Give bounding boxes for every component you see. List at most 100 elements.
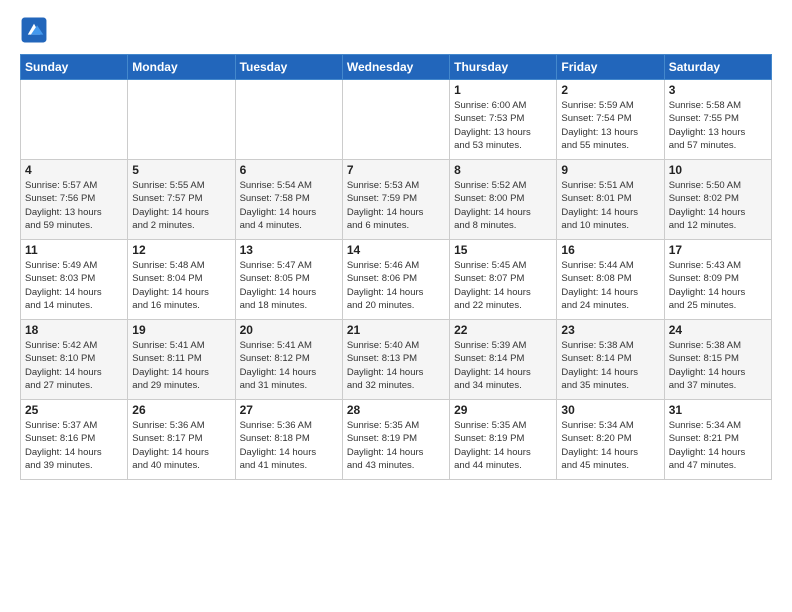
day-info: Sunrise: 5:35 AM Sunset: 8:19 PM Dayligh… (454, 419, 552, 472)
calendar-cell (342, 80, 449, 160)
weekday-header-cell: Thursday (450, 55, 557, 80)
day-number: 5 (132, 163, 230, 177)
calendar-cell: 21 Sunrise: 5:40 AM Sunset: 8:13 PM Dayli… (342, 320, 449, 400)
weekday-header-cell: Monday (128, 55, 235, 80)
calendar-cell: 6Sunrise: 5:54 AM Sunset: 7:58 PM Daylig… (235, 160, 342, 240)
day-number: 29 (454, 403, 552, 417)
day-info: Sunrise: 5:41 AM Sunset: 8:12 PM Dayligh… (240, 339, 338, 392)
day-info: Sunrise: 5:36 AM Sunset: 8:18 PM Dayligh… (240, 419, 338, 472)
day-info: Sunrise: 5:37 AM Sunset: 8:16 PM Dayligh… (25, 419, 123, 472)
calendar-cell: 26 Sunrise: 5:36 AM Sunset: 8:17 PM Dayli… (128, 400, 235, 480)
day-number: 26 (132, 403, 230, 417)
day-info: Sunrise: 5:44 AM Sunset: 8:08 PM Dayligh… (561, 259, 659, 312)
day-number: 6 (240, 163, 338, 177)
day-info: Sunrise: 5:43 AM Sunset: 8:09 PM Dayligh… (669, 259, 767, 312)
calendar-cell: 30Sunrise: 5:34 AM Sunset: 8:20 PM Dayli… (557, 400, 664, 480)
day-info: Sunrise: 5:39 AM Sunset: 8:14 PM Dayligh… (454, 339, 552, 392)
day-number: 23 (561, 323, 659, 337)
calendar-cell: 12Sunrise: 5:48 AM Sunset: 8:04 PM Dayli… (128, 240, 235, 320)
day-number: 27 (240, 403, 338, 417)
day-info: Sunrise: 5:38 AM Sunset: 8:14 PM Dayligh… (561, 339, 659, 392)
calendar-cell: 17 Sunrise: 5:43 AM Sunset: 8:09 PM Dayli… (664, 240, 771, 320)
calendar-cell: 2 Sunrise: 5:59 AM Sunset: 7:54 PM Daylig… (557, 80, 664, 160)
day-number: 24 (669, 323, 767, 337)
day-info: Sunrise: 5:40 AM Sunset: 8:13 PM Dayligh… (347, 339, 445, 392)
day-number: 28 (347, 403, 445, 417)
calendar-cell: 1 Sunrise: 6:00 AM Sunset: 7:53 PM Daylig… (450, 80, 557, 160)
calendar-week-row: 18 Sunrise: 5:42 AM Sunset: 8:10 PM Dayli… (21, 320, 772, 400)
day-info: Sunrise: 5:57 AM Sunset: 7:56 PM Dayligh… (25, 179, 123, 232)
weekday-header-row: SundayMondayTuesdayWednesdayThursdayFrid… (21, 55, 772, 80)
calendar-cell: 13 Sunrise: 5:47 AM Sunset: 8:05 PM Dayli… (235, 240, 342, 320)
day-number: 30 (561, 403, 659, 417)
day-number: 21 (347, 323, 445, 337)
logo-icon (20, 16, 48, 44)
day-info: Sunrise: 5:48 AM Sunset: 8:04 PM Dayligh… (132, 259, 230, 312)
calendar-cell: 20 Sunrise: 5:41 AM Sunset: 8:12 PM Dayli… (235, 320, 342, 400)
logo (20, 16, 52, 44)
calendar-cell: 22 Sunrise: 5:39 AM Sunset: 8:14 PM Dayli… (450, 320, 557, 400)
calendar-cell: 25Sunrise: 5:37 AM Sunset: 8:16 PM Dayli… (21, 400, 128, 480)
day-number: 31 (669, 403, 767, 417)
calendar-cell: 4 Sunrise: 5:57 AM Sunset: 7:56 PM Daylig… (21, 160, 128, 240)
day-number: 17 (669, 243, 767, 257)
day-number: 16 (561, 243, 659, 257)
day-number: 11 (25, 243, 123, 257)
day-info: Sunrise: 6:00 AM Sunset: 7:53 PM Dayligh… (454, 99, 552, 152)
day-number: 3 (669, 83, 767, 97)
calendar-table: SundayMondayTuesdayWednesdayThursdayFrid… (20, 54, 772, 480)
day-number: 13 (240, 243, 338, 257)
day-number: 19 (132, 323, 230, 337)
day-number: 18 (25, 323, 123, 337)
day-number: 2 (561, 83, 659, 97)
calendar-cell: 28 Sunrise: 5:35 AM Sunset: 8:19 PM Dayli… (342, 400, 449, 480)
day-info: Sunrise: 5:45 AM Sunset: 8:07 PM Dayligh… (454, 259, 552, 312)
day-number: 1 (454, 83, 552, 97)
day-info: Sunrise: 5:49 AM Sunset: 8:03 PM Dayligh… (25, 259, 123, 312)
day-info: Sunrise: 5:38 AM Sunset: 8:15 PM Dayligh… (669, 339, 767, 392)
day-number: 8 (454, 163, 552, 177)
day-number: 20 (240, 323, 338, 337)
weekday-header-cell: Saturday (664, 55, 771, 80)
day-info: Sunrise: 5:59 AM Sunset: 7:54 PM Dayligh… (561, 99, 659, 152)
day-info: Sunrise: 5:47 AM Sunset: 8:05 PM Dayligh… (240, 259, 338, 312)
weekday-header-cell: Friday (557, 55, 664, 80)
day-info: Sunrise: 5:42 AM Sunset: 8:10 PM Dayligh… (25, 339, 123, 392)
calendar-cell: 11 Sunrise: 5:49 AM Sunset: 8:03 PM Dayli… (21, 240, 128, 320)
day-info: Sunrise: 5:51 AM Sunset: 8:01 PM Dayligh… (561, 179, 659, 232)
calendar-cell: 3Sunrise: 5:58 AM Sunset: 7:55 PM Daylig… (664, 80, 771, 160)
calendar-week-row: 25Sunrise: 5:37 AM Sunset: 8:16 PM Dayli… (21, 400, 772, 480)
calendar-cell: 29 Sunrise: 5:35 AM Sunset: 8:19 PM Dayli… (450, 400, 557, 480)
day-number: 4 (25, 163, 123, 177)
calendar-body: 1 Sunrise: 6:00 AM Sunset: 7:53 PM Daylig… (21, 80, 772, 480)
page-header (20, 16, 772, 44)
calendar-cell: 10 Sunrise: 5:50 AM Sunset: 8:02 PM Dayli… (664, 160, 771, 240)
calendar-cell: 9 Sunrise: 5:51 AM Sunset: 8:01 PM Daylig… (557, 160, 664, 240)
calendar-cell: 8 Sunrise: 5:52 AM Sunset: 8:00 PM Daylig… (450, 160, 557, 240)
day-info: Sunrise: 5:36 AM Sunset: 8:17 PM Dayligh… (132, 419, 230, 472)
day-info: Sunrise: 5:46 AM Sunset: 8:06 PM Dayligh… (347, 259, 445, 312)
calendar-cell: 23 Sunrise: 5:38 AM Sunset: 8:14 PM Dayli… (557, 320, 664, 400)
calendar-week-row: 11 Sunrise: 5:49 AM Sunset: 8:03 PM Dayli… (21, 240, 772, 320)
day-info: Sunrise: 5:50 AM Sunset: 8:02 PM Dayligh… (669, 179, 767, 232)
day-number: 9 (561, 163, 659, 177)
calendar-week-row: 4 Sunrise: 5:57 AM Sunset: 7:56 PM Daylig… (21, 160, 772, 240)
calendar-cell: 18 Sunrise: 5:42 AM Sunset: 8:10 PM Dayli… (21, 320, 128, 400)
day-number: 7 (347, 163, 445, 177)
day-info: Sunrise: 5:41 AM Sunset: 8:11 PM Dayligh… (132, 339, 230, 392)
day-number: 10 (669, 163, 767, 177)
calendar-cell: 27 Sunrise: 5:36 AM Sunset: 8:18 PM Dayli… (235, 400, 342, 480)
day-info: Sunrise: 5:34 AM Sunset: 8:21 PM Dayligh… (669, 419, 767, 472)
day-info: Sunrise: 5:35 AM Sunset: 8:19 PM Dayligh… (347, 419, 445, 472)
day-number: 15 (454, 243, 552, 257)
calendar-cell (21, 80, 128, 160)
day-number: 14 (347, 243, 445, 257)
day-number: 22 (454, 323, 552, 337)
calendar-cell (235, 80, 342, 160)
calendar-cell: 19 Sunrise: 5:41 AM Sunset: 8:11 PM Dayli… (128, 320, 235, 400)
calendar-cell: 31 Sunrise: 5:34 AM Sunset: 8:21 PM Dayli… (664, 400, 771, 480)
weekday-header-cell: Tuesday (235, 55, 342, 80)
calendar-cell: 5Sunrise: 5:55 AM Sunset: 7:57 PM Daylig… (128, 160, 235, 240)
day-info: Sunrise: 5:52 AM Sunset: 8:00 PM Dayligh… (454, 179, 552, 232)
weekday-header-cell: Sunday (21, 55, 128, 80)
